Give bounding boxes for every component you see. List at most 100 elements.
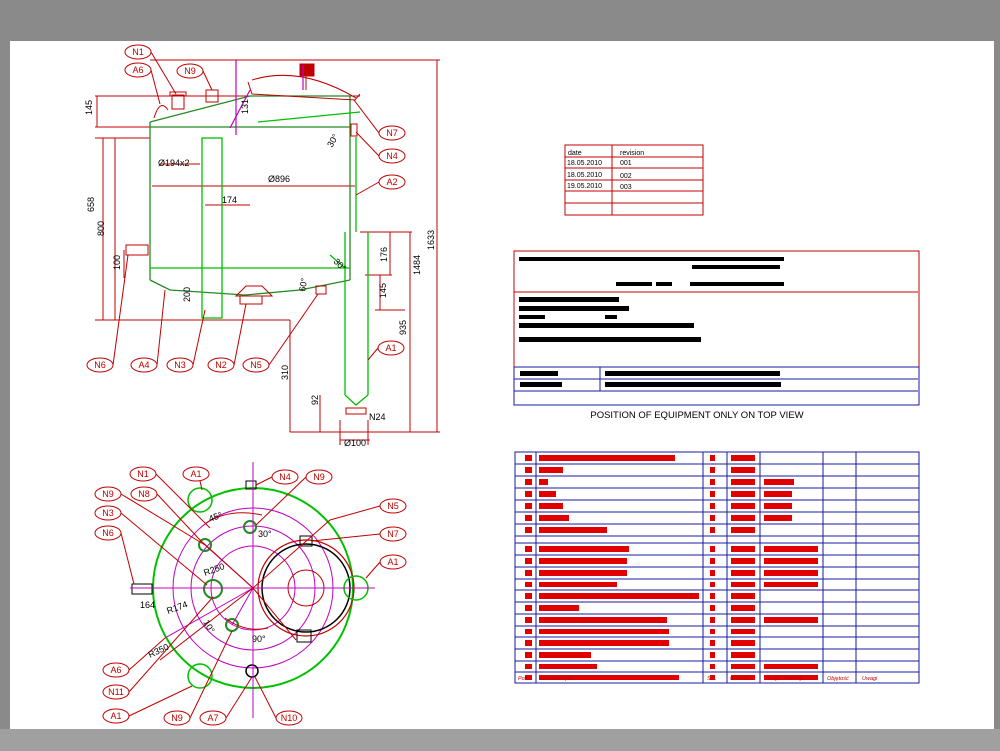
balloon-label: N6 xyxy=(102,528,114,538)
parts-cell-material xyxy=(731,515,755,521)
balloon-label: N6 xyxy=(94,360,106,370)
parts-cell-qty xyxy=(710,503,715,509)
balloon-top-n9c xyxy=(163,630,233,726)
parts-cell-qty xyxy=(710,467,715,473)
parts-cell-drawing-no xyxy=(764,479,794,485)
dim-dia-outlet: Ø100 xyxy=(344,438,366,448)
parts-cell-drawing-no xyxy=(764,546,818,552)
balloon-label: N7 xyxy=(386,128,398,138)
parts-cell-poz xyxy=(525,527,532,533)
balloon-label: N10 xyxy=(281,713,298,723)
parts-cell-material xyxy=(731,629,755,634)
parts-cell-name xyxy=(539,652,591,658)
balloon-n6 xyxy=(86,254,129,373)
parts-cell-name xyxy=(539,582,617,587)
rev-cell: 19.05.2010 xyxy=(567,183,602,190)
parts-header-nazwa: Nazwa części xyxy=(540,676,574,682)
parts-cell-material xyxy=(731,582,755,587)
dim-60: 60° xyxy=(297,277,309,293)
parts-cell-material xyxy=(731,570,755,576)
rev-cell: 18.05.2010 xyxy=(567,160,602,167)
balloon-label: N2 xyxy=(215,360,227,370)
dim-92: 92 xyxy=(310,395,320,405)
parts-cell-material xyxy=(731,527,755,533)
balloon-label: N1 xyxy=(132,47,144,57)
cad-drawing: N1 A6 N9 N7 N4 A2 N6 A4 N3 N2 N5 A1 145 … xyxy=(84,44,920,726)
dim-dia-shell: Ø896 xyxy=(268,174,290,184)
parts-cell-material xyxy=(731,664,755,669)
parts-cell-name xyxy=(539,593,699,599)
parts-cell-qty xyxy=(710,582,715,587)
parts-header-objetosc: Objętość xyxy=(827,676,849,682)
parts-cell-qty xyxy=(710,491,715,497)
parts-cell-poz xyxy=(525,558,532,564)
dim-935: 935 xyxy=(398,320,408,335)
dim-top-10: 10° xyxy=(201,618,217,635)
parts-cell-qty xyxy=(710,455,715,461)
balloon-label: A4 xyxy=(138,360,149,370)
parts-cell-material xyxy=(731,593,755,599)
parts-cell-qty xyxy=(710,640,715,646)
parts-cell-material xyxy=(731,605,755,611)
parts-cell-qty xyxy=(710,617,715,623)
balloon-label: N3 xyxy=(174,360,186,370)
balloon-label: A6 xyxy=(132,65,143,75)
parts-cell-qty xyxy=(710,652,715,658)
rev-cell: 18.05.2010 xyxy=(567,172,602,179)
parts-cell-material xyxy=(731,467,755,473)
balloon-label: A1 xyxy=(387,557,398,567)
dim-131: 131 xyxy=(240,99,250,114)
balloon-label: N7 xyxy=(387,529,399,539)
parts-cell-name xyxy=(539,558,627,564)
parts-cell-poz xyxy=(525,479,532,485)
parts-cell-qty xyxy=(710,570,715,576)
parts-cell-qty xyxy=(710,664,715,669)
parts-cell-material xyxy=(731,503,755,509)
parts-cell-name xyxy=(539,479,548,485)
parts-list: Poz. Nazwa części Szt. Materiał Nr rys. … xyxy=(514,451,920,684)
dim-top-164: 164 xyxy=(140,600,155,610)
balloon-label: N9 xyxy=(313,472,325,482)
parts-cell-poz xyxy=(525,570,532,576)
dim-100: 100 xyxy=(112,255,122,270)
dim-top-45: 45° xyxy=(207,510,224,524)
dim-top-90: 90° xyxy=(252,634,266,644)
parts-cell-name xyxy=(539,546,629,552)
parts-cell-drawing-no xyxy=(764,503,792,509)
parts-cell-name xyxy=(539,570,627,576)
dim-top-r350: R350 xyxy=(147,642,171,660)
parts-cell-poz xyxy=(525,617,532,623)
parts-cell-qty xyxy=(710,605,715,611)
parts-cell-name xyxy=(539,617,667,623)
balloon-n2 xyxy=(207,303,247,373)
parts-cell-name xyxy=(539,629,669,634)
dim-200: 200 xyxy=(182,287,192,302)
parts-header-material: Materiał xyxy=(730,676,750,682)
dim-800: 800 xyxy=(96,221,106,236)
balloon-label: N1 xyxy=(137,469,149,479)
parts-cell-poz xyxy=(525,652,532,658)
parts-cell-material xyxy=(731,558,755,564)
balloon-top-n4 xyxy=(255,469,299,486)
revision-table: date revision 18.05.2010 001 18.05.2010 … xyxy=(564,144,704,216)
parts-cell-poz xyxy=(525,593,532,599)
balloon-label: A1 xyxy=(385,343,396,353)
balloon-label: N8 xyxy=(138,489,150,499)
parts-cell-material xyxy=(731,546,755,552)
parts-cell-name xyxy=(539,605,579,611)
parts-cell-name xyxy=(539,527,607,533)
dim-174: 174 xyxy=(222,195,237,205)
parts-header-poz: Poz. xyxy=(518,676,529,682)
parts-cell-poz xyxy=(525,629,532,634)
parts-cell-drawing-no xyxy=(764,515,792,521)
parts-cell-poz xyxy=(525,515,532,521)
parts-cell-material xyxy=(731,617,755,623)
parts-cell-drawing-no xyxy=(764,664,818,669)
parts-cell-qty xyxy=(710,629,715,634)
balloon-label: N5 xyxy=(250,360,262,370)
dim-1633: 1633 xyxy=(426,230,436,250)
dim-176: 176 xyxy=(379,247,389,262)
parts-cell-qty xyxy=(710,479,715,485)
balloon-label: N9 xyxy=(184,66,196,76)
balloon-label: A7 xyxy=(207,713,218,723)
